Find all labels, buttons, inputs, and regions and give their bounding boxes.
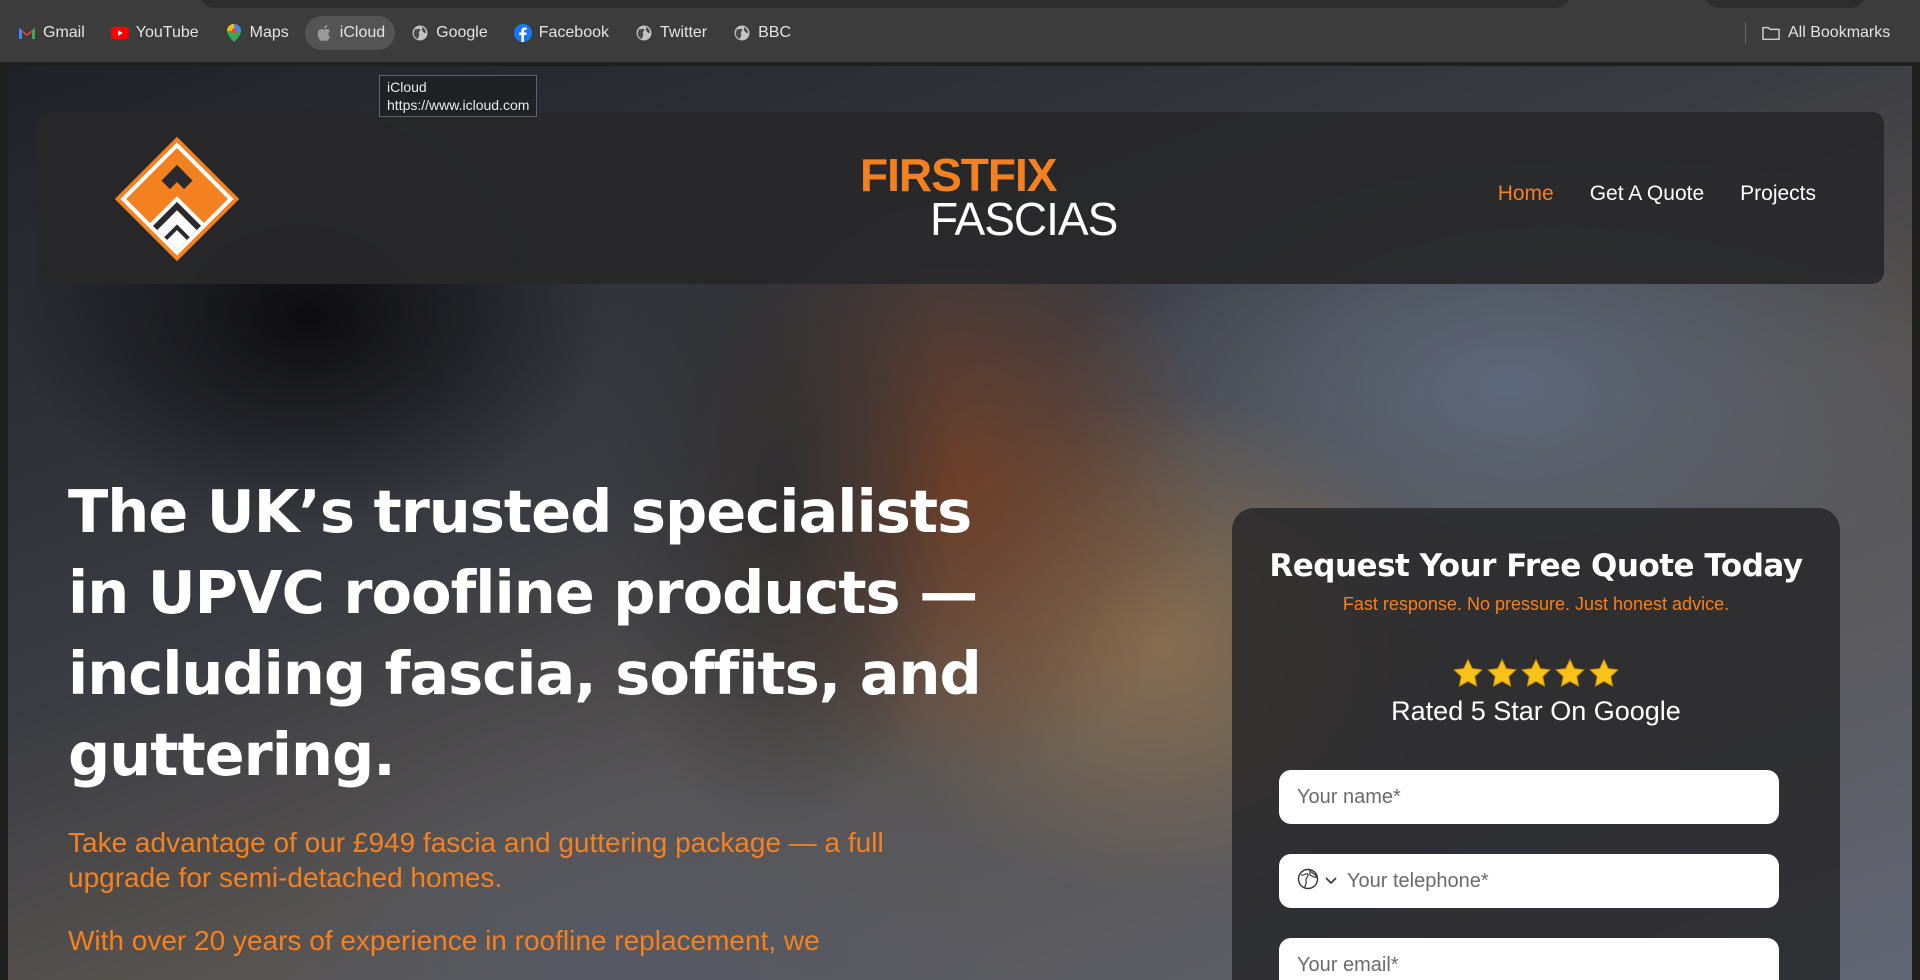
- globe-icon: [635, 24, 653, 42]
- youtube-icon: [110, 24, 129, 42]
- address-bar-edge: [200, 0, 1570, 8]
- bookmark-label: iCloud: [339, 24, 386, 41]
- apple-icon: [315, 24, 333, 42]
- chevron-down-icon: [1325, 872, 1337, 890]
- facebook-icon: [513, 24, 532, 42]
- star-icon: [1487, 658, 1517, 687]
- all-bookmarks-label: All Bookmarks: [1788, 24, 1891, 41]
- hero-package-text: Take advantage of our £949 fascia and gu…: [68, 827, 884, 893]
- bookmark-twitter[interactable]: Twitter: [625, 16, 717, 50]
- telephone-field[interactable]: [1279, 854, 1779, 908]
- star-icon: [1555, 658, 1585, 687]
- page-viewport: FIRSTFIX FASCIAS Home Get A Quote Projec…: [8, 66, 1912, 980]
- bookmark-label: Google: [436, 24, 488, 41]
- brand-wordmark[interactable]: FIRSTFIX FASCIAS: [860, 152, 1120, 242]
- bookmark-label: YouTube: [135, 24, 199, 41]
- bookmarks-bar: Gmail YouTube Maps iCloud Google Faceboo…: [0, 0, 1920, 62]
- country-selector[interactable]: [1297, 868, 1337, 895]
- rating-text: Rated 5 Star On Google: [1391, 696, 1681, 726]
- nav-projects[interactable]: Projects: [1740, 182, 1816, 206]
- email-input[interactable]: [1297, 953, 1779, 977]
- bookmark-maps[interactable]: Maps: [215, 16, 299, 50]
- bookmark-tooltip: iCloud https://www.icloud.com: [379, 75, 538, 117]
- globe-icon: [1297, 868, 1319, 895]
- bookmark-list: Gmail YouTube Maps iCloud Google Faceboo…: [8, 16, 801, 50]
- toolbar-edge: [1705, 0, 1865, 8]
- bookmark-label: Twitter: [660, 24, 708, 41]
- quote-form: Request Your Free Quote Today Fast respo…: [1232, 508, 1840, 980]
- gmail-icon: [18, 24, 36, 42]
- nav-home[interactable]: Home: [1498, 182, 1554, 206]
- brand-top: FIRSTFIX: [860, 149, 1057, 201]
- name-input[interactable]: [1297, 785, 1779, 809]
- globe-icon: [411, 24, 429, 42]
- telephone-input[interactable]: [1347, 869, 1779, 893]
- quote-title: Request Your Free Quote Today: [1269, 548, 1803, 584]
- bookmark-label: BBC: [758, 24, 792, 41]
- site-header: FIRSTFIX FASCIAS Home Get A Quote Projec…: [36, 112, 1884, 284]
- hero-section: The UK’s trusted specialists in UPVC roo…: [68, 471, 1028, 958]
- star-icon: [1453, 658, 1483, 687]
- nav-get-a-quote[interactable]: Get A Quote: [1590, 182, 1704, 206]
- main-nav: Home Get A Quote Projects: [1498, 182, 1816, 206]
- bookmark-google[interactable]: Google: [401, 16, 498, 50]
- bookmark-youtube[interactable]: YouTube: [101, 16, 209, 50]
- hero-heading: The UK’s trusted specialists in UPVC roo…: [68, 477, 982, 789]
- rating-stars: [1232, 658, 1840, 690]
- name-field[interactable]: [1279, 770, 1779, 824]
- tooltip-title: iCloud: [387, 79, 427, 95]
- bookmark-label: Maps: [249, 24, 289, 41]
- all-bookmarks-button[interactable]: All Bookmarks: [1762, 16, 1890, 50]
- tooltip-url: https://www.icloud.com: [387, 97, 530, 113]
- hero-experience-text: With over 20 years of experience in roof…: [68, 925, 820, 956]
- bookmark-gmail[interactable]: Gmail: [8, 16, 95, 50]
- bookmark-label: Facebook: [538, 24, 609, 41]
- bookmark-icloud[interactable]: iCloud: [304, 16, 396, 50]
- globe-icon: [733, 24, 751, 42]
- star-icon: [1589, 658, 1619, 687]
- star-icon: [1521, 658, 1551, 687]
- bookmark-bbc[interactable]: BBC: [723, 16, 801, 50]
- bookmarks-divider: [1745, 22, 1746, 44]
- site-logo-icon[interactable]: [114, 136, 240, 262]
- brand-bottom: FASCIAS: [930, 193, 1118, 245]
- quote-subtitle: Fast response. No pressure. Just honest …: [1342, 594, 1730, 614]
- email-field[interactable]: [1279, 938, 1779, 980]
- maps-icon: [225, 24, 243, 42]
- folder-icon: [1762, 24, 1780, 42]
- bookmark-facebook[interactable]: Facebook: [504, 16, 619, 50]
- bookmark-label: Gmail: [43, 24, 85, 41]
